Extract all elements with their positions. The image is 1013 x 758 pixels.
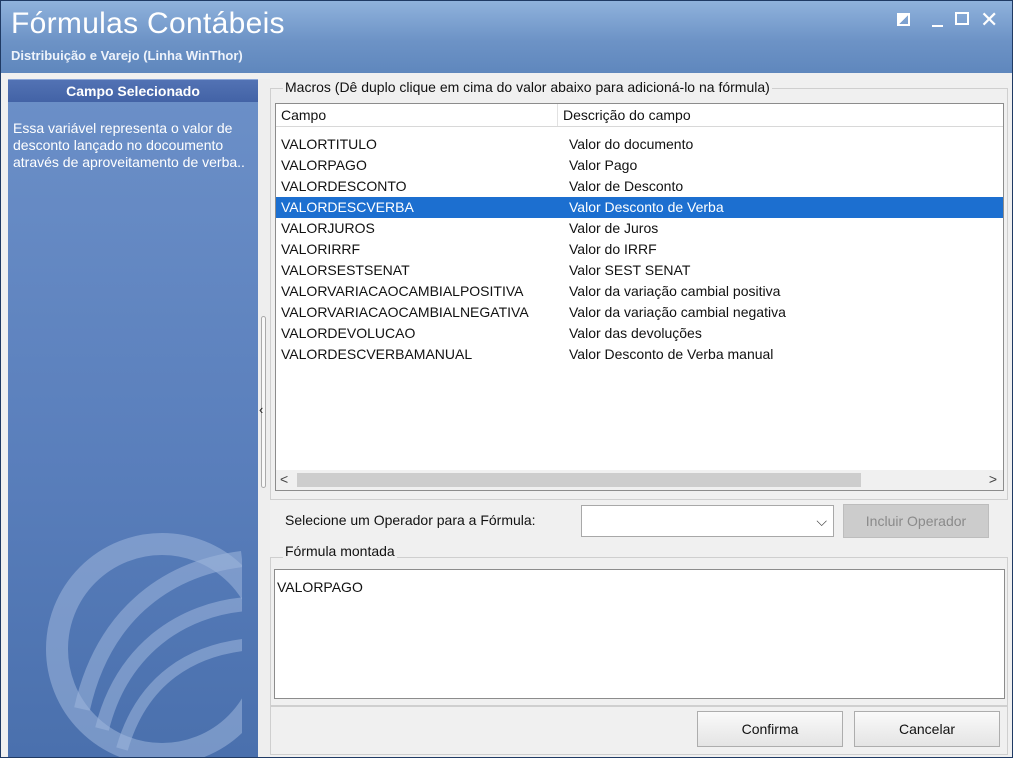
scroll-left-icon[interactable]: <	[280, 471, 288, 487]
formula-textarea[interactable]: VALORPAGO	[274, 569, 1005, 699]
table-row[interactable]: VALORSESTSENAT Valor SEST SENAT	[276, 260, 1003, 281]
cell-descricao: Valor SEST SENAT	[569, 262, 691, 278]
include-operator-button[interactable]: Incluir Operador	[843, 504, 989, 538]
macros-list-header: Campo Descrição do campo	[276, 104, 1003, 127]
cell-descricao: Valor do documento	[569, 136, 694, 152]
cell-descricao: Valor de Desconto	[569, 178, 684, 194]
cell-campo: VALORSESTSENAT	[281, 262, 410, 278]
restore-icon[interactable]	[894, 9, 916, 31]
cell-campo: VALORDEVOLUCAO	[281, 325, 416, 341]
scroll-right-icon[interactable]: >	[989, 471, 997, 487]
table-row[interactable]: VALORIRRF Valor do IRRF	[276, 239, 1003, 260]
cancel-button[interactable]: Cancelar	[854, 711, 1000, 747]
title-bar[interactable]: Fórmulas Contábeis Distribuição e Varejo…	[1, 1, 1012, 73]
table-row[interactable]: VALORVARIACAOCAMBIALNEGATIVA Valor da var…	[276, 302, 1003, 323]
panel-splitter[interactable]: ‹	[258, 79, 270, 757]
close-icon[interactable]: ✕	[980, 9, 1002, 31]
chevron-down-icon[interactable]: ⌵	[816, 513, 827, 530]
cell-campo: VALORVARIACAOCAMBIALNEGATIVA	[281, 304, 529, 320]
sidebar-panel: Campo Selecionado Essa variável represen…	[8, 79, 258, 757]
table-row[interactable]: VALORTITULO Valor do documento	[276, 134, 1003, 155]
cell-descricao: Valor Desconto de Verba manual	[569, 346, 774, 362]
confirm-button[interactable]: Confirma	[697, 711, 843, 747]
column-header-descricao[interactable]: Descrição do campo	[558, 104, 1003, 126]
cell-descricao: Valor do IRRF	[569, 241, 657, 257]
collapse-arrow-icon[interactable]: ‹	[259, 402, 263, 417]
cell-campo: VALORVARIACAOCAMBIALPOSITIVA	[281, 283, 524, 299]
minimize-icon[interactable]	[929, 9, 951, 31]
cell-descricao: Valor de Juros	[569, 220, 659, 236]
cell-descricao: Valor da variação cambial negativa	[569, 304, 786, 320]
horizontal-scrollbar[interactable]: < >	[276, 470, 1003, 490]
cell-descricao: Valor Pago	[569, 157, 638, 173]
cell-campo: VALORPAGO	[281, 157, 367, 173]
cell-campo: VALORIRRF	[281, 241, 361, 257]
table-row[interactable]: VALORDEVOLUCAO Valor das devoluções	[276, 323, 1003, 344]
maximize-icon[interactable]	[953, 9, 975, 31]
cell-descricao: Valor das devoluções	[569, 325, 702, 341]
table-row[interactable]: VALORDESCVERBAMANUAL Valor Desconto de Ve…	[276, 344, 1003, 365]
formulas-dialog: Fórmulas Contábeis Distribuição e Varejo…	[0, 0, 1013, 758]
operator-select[interactable]: ⌵	[581, 505, 834, 537]
table-row[interactable]: VALORDESCVERBA Valor Desconto de Verba	[276, 197, 1003, 218]
window-title: Fórmulas Contábeis	[11, 7, 285, 40]
cell-campo: VALORJUROS	[281, 220, 375, 236]
cell-campo: VALORTITULO	[281, 136, 377, 152]
winthor-logo-watermark	[46, 533, 242, 757]
field-description: Essa variável representa o valor de desc…	[13, 120, 245, 170]
cell-campo: VALORDESCVERBA	[281, 199, 414, 215]
scrollbar-thumb[interactable]	[297, 473, 861, 487]
cell-campo: VALORDESCVERBAMANUAL	[281, 346, 473, 362]
macros-list[interactable]: Campo Descrição do campo VALORTITULO Valo…	[275, 103, 1004, 491]
table-row[interactable]: VALORJUROS Valor de Juros	[276, 218, 1003, 239]
cell-campo: VALORDESCONTO	[281, 178, 407, 194]
formula-group-label: Fórmula montada	[283, 543, 397, 559]
table-row[interactable]: VALORDESCONTO Valor de Desconto	[276, 176, 1003, 197]
table-row[interactable]: VALORPAGO Valor Pago	[276, 155, 1003, 176]
cell-descricao: Valor da variação cambial positiva	[569, 283, 781, 299]
table-row[interactable]: VALORVARIACAOCAMBIALPOSITIVA Valor da var…	[276, 281, 1003, 302]
cell-descricao: Valor Desconto de Verba	[569, 199, 724, 215]
window-subtitle: Distribuição e Varejo (Linha WinThor)	[11, 48, 243, 63]
macros-group-label: Macros (Dê duplo clique em cima do valor…	[283, 79, 772, 95]
operator-label: Selecione um Operador para a Fórmula:	[285, 512, 536, 528]
sidebar-header: Campo Selecionado	[8, 79, 258, 102]
column-header-campo[interactable]: Campo	[276, 104, 558, 126]
